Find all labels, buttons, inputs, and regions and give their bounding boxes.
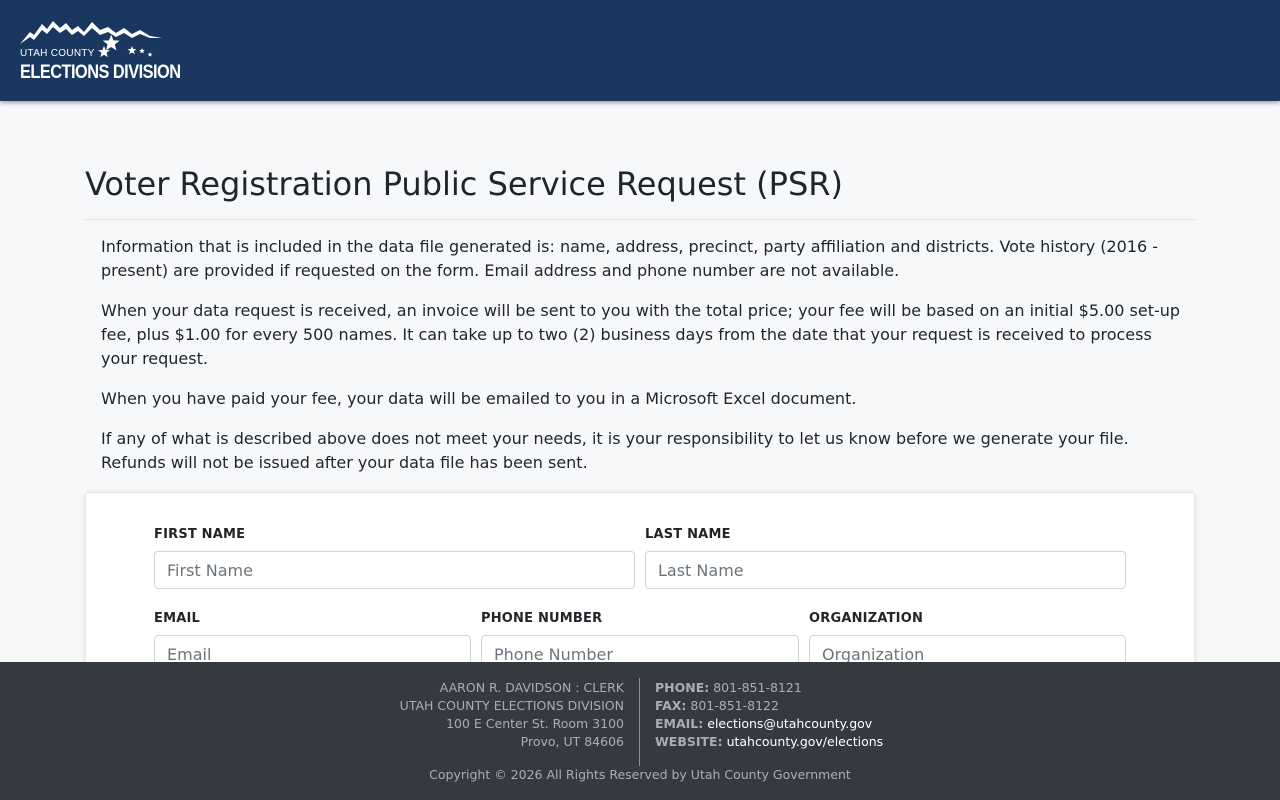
footer-website-link[interactable]: utahcounty.gov/elections (727, 734, 884, 749)
site-header: UTAH COUNTY ELECTIONS DIVISION (0, 0, 1280, 101)
footer-email-label: EMAIL: (655, 716, 704, 731)
footer-fax: FAX: 801-851-8122 (655, 697, 883, 715)
email-label: EMAIL (154, 611, 200, 626)
first-name-input[interactable] (154, 551, 635, 589)
last-name-label: LAST NAME (645, 527, 731, 542)
footer-website-label: WEBSITE: (655, 734, 723, 749)
logo-county-text: UTAH COUNTY (20, 48, 95, 59)
intro-paragraph-data-contents: Information that is included in the data… (101, 237, 1159, 280)
footer-contact-block: PHONE: 801-851-8121 FAX: 801-851-8122 EM… (655, 679, 883, 751)
footer-divider (639, 678, 640, 766)
utah-county-elections-logo[interactable]: UTAH COUNTY ELECTIONS DIVISION (20, 18, 181, 84)
footer-fax-value: 801-851-8122 (690, 698, 779, 713)
logo-division-text: ELECTIONS DIVISION (20, 62, 181, 83)
footer-email-link[interactable]: elections@utahcounty.gov (707, 716, 872, 731)
phone-number-label: PHONE NUMBER (481, 611, 603, 626)
organization-label: ORGANIZATION (809, 611, 924, 626)
footer-copyright: Copyright © 2026 All Rights Reserved by … (429, 767, 851, 782)
footer-fax-label: FAX: (655, 698, 687, 713)
site-footer: AARON R. DAVIDSON : CLERK UTAH COUNTY EL… (0, 662, 1280, 800)
footer-email: EMAIL: elections@utahcounty.gov (655, 715, 883, 733)
intro-text: Information that is included in the data… (101, 235, 1181, 491)
intro-paragraph-fees: When your data request is received, an i… (101, 301, 1181, 368)
footer-phone: PHONE: 801-851-8121 (655, 679, 883, 697)
footer-street-address: 100 E Center St. Room 3100 (446, 716, 624, 731)
title-divider (85, 219, 1195, 220)
footer-phone-label: PHONE: (655, 680, 710, 695)
intro-paragraph-delivery: When you have paid your fee, your data w… (101, 389, 857, 408)
first-name-label: FIRST NAME (154, 527, 246, 542)
footer-phone-value: 801-851-8121 (713, 680, 802, 695)
footer-website: WEBSITE: utahcounty.gov/elections (655, 733, 883, 751)
last-name-input[interactable] (645, 551, 1126, 589)
footer-division-name: UTAH COUNTY ELECTIONS DIVISION (399, 698, 624, 713)
intro-paragraph-refunds: If any of what is described above does n… (101, 429, 1129, 472)
page-title: Voter Registration Public Service Reques… (85, 165, 843, 203)
footer-city-state-zip: Provo, UT 84606 (520, 734, 624, 749)
footer-clerk-name: AARON R. DAVIDSON : CLERK (439, 680, 624, 695)
footer-address-block: AARON R. DAVIDSON : CLERK UTAH COUNTY EL… (400, 679, 624, 751)
